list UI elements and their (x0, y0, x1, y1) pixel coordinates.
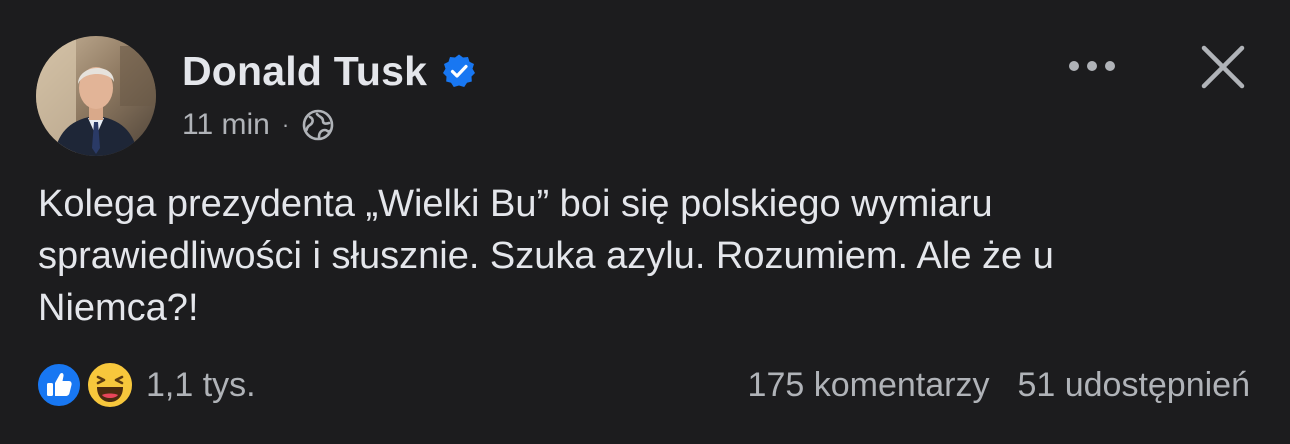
reaction-icons (36, 360, 136, 410)
close-icon (1201, 45, 1245, 89)
shares-count[interactable]: 51 udostępnień (1017, 366, 1250, 405)
avatar[interactable] (36, 36, 156, 156)
like-icon (36, 362, 82, 408)
more-options-icon (1069, 61, 1115, 71)
post-meta: 11 min · (182, 104, 335, 146)
globe-icon (301, 108, 335, 142)
meta-separator: · (281, 112, 290, 137)
author-name[interactable]: Donald Tusk (182, 48, 427, 95)
more-options-button[interactable] (1062, 48, 1122, 84)
author-row: Donald Tusk (182, 46, 477, 96)
reaction-count[interactable]: 1,1 tys. (146, 366, 256, 405)
post-time[interactable]: 11 min (182, 108, 270, 142)
post-stats: 175 komentarzy 51 udostępnień (748, 360, 1250, 410)
haha-icon (86, 361, 134, 409)
reactions-summary[interactable]: 1,1 tys. (36, 360, 256, 410)
avatar-photo (36, 36, 156, 156)
post-text: Kolega prezydenta „Wielki Bu” boi się po… (38, 183, 1054, 329)
close-button[interactable] (1196, 40, 1250, 94)
comments-count[interactable]: 175 komentarzy (748, 366, 990, 405)
verified-badge-icon (441, 53, 477, 89)
post-card: Donald Tusk 11 min · Kolega prezydenta „… (0, 0, 1290, 444)
